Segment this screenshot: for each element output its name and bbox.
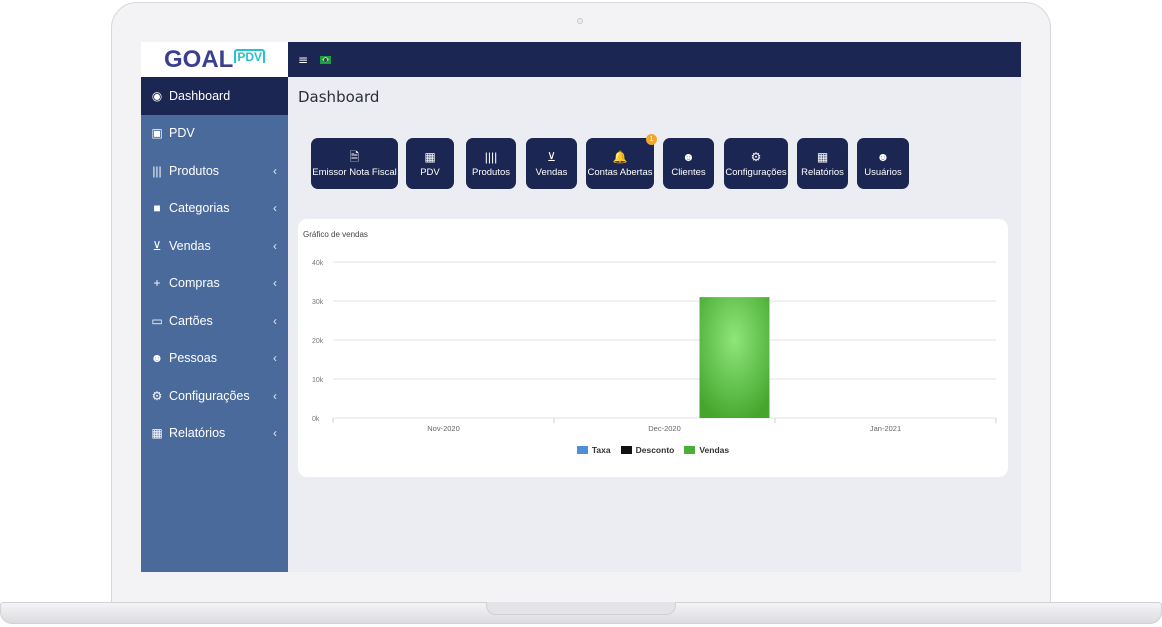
plus-icon: + xyxy=(153,276,161,291)
sidebar-item-relatorios[interactable]: ▦ Relatórios ‹ xyxy=(141,415,288,453)
logo-main-text: GOAL xyxy=(163,45,234,73)
barcode-icon: ||| xyxy=(152,163,162,178)
quick-action-label: Produtos xyxy=(471,166,511,178)
quick-action-label: Vendas xyxy=(535,166,568,178)
chart-legend: Taxa Desconto Vendas xyxy=(298,445,1008,455)
top-navbar: ≡ xyxy=(288,42,1021,77)
legend-item-taxa[interactable]: Taxa xyxy=(576,445,611,455)
quick-action-label: Contas Abertas xyxy=(587,166,653,178)
y-tick-label: 20k xyxy=(312,338,324,345)
sidebar-item-vendas[interactable]: ⊻ Vendas ‹ xyxy=(141,227,288,265)
quick-action-label: Usuários xyxy=(864,166,902,178)
legend-item-vendas[interactable]: Vendas xyxy=(684,445,729,455)
sidebar-item-label: Vendas xyxy=(169,238,211,253)
logo[interactable]: GOAL PDV xyxy=(141,42,288,77)
barcode-icon: |||| xyxy=(484,149,498,164)
quick-action-label: Clientes xyxy=(671,166,706,178)
document-icon: 🗎 xyxy=(349,149,360,164)
money-icon: ▣ xyxy=(151,126,163,141)
brazil-flag-icon[interactable] xyxy=(320,55,332,64)
legend-label: Desconto xyxy=(635,445,675,455)
quick-action-relatorios[interactable]: ▦ Relatórios xyxy=(797,138,848,189)
credit-card-icon: ▭ xyxy=(151,313,163,328)
sidebar-item-categorias[interactable]: ■ Categorias ‹ xyxy=(141,190,288,228)
x-tick-label: Jan-2021 xyxy=(870,424,901,433)
chevron-left-icon: ‹ xyxy=(273,388,277,403)
gears-icon: ⚙ xyxy=(750,149,762,164)
quick-action-pdv[interactable]: ▦ PDV xyxy=(406,138,454,189)
app-screen: GOAL PDV ◉ Dashboard ▣ PDV ||| Produtos ‹ ■ Cate… xyxy=(141,42,1021,572)
quick-action-label: Emissor Nota Fiscal xyxy=(312,166,397,178)
sales-chart: 0k 10k 20k 30k 40k Nov-2020 Dec-2020 Jan-2021 xyxy=(312,260,997,433)
sidebar-item-label: Relatórios xyxy=(169,426,226,441)
chevron-left-icon: ‹ xyxy=(273,313,277,328)
y-tick-label: 10k xyxy=(312,377,324,384)
legend-swatch xyxy=(576,446,588,454)
cart-icon: ⊻ xyxy=(547,149,556,164)
page-title: Dashboard xyxy=(298,88,380,106)
sidebar-item-label: Cartões xyxy=(169,313,213,328)
legend-label: Taxa xyxy=(591,445,611,455)
users-icon: ☻ xyxy=(150,351,164,366)
notification-badge: 1 xyxy=(646,134,657,145)
cart-icon: ⊻ xyxy=(152,238,162,253)
quick-action-label: Configurações xyxy=(725,166,787,178)
quick-action-emissor-nota-fiscal[interactable]: 🗎 Emissor Nota Fiscal xyxy=(311,138,398,189)
chevron-left-icon: ‹ xyxy=(273,238,277,253)
sidebar-item-label: Produtos xyxy=(169,163,220,178)
y-tick-label: 40k xyxy=(312,260,324,267)
sidebar-menu: ◉ Dashboard ▣ PDV ||| Produtos ‹ ■ Categorias ‹ ⊻ V… xyxy=(141,77,288,452)
dashboard-icon: ◉ xyxy=(151,88,163,103)
sales-chart-card: Gráfico de vendas 0k 10k 20k 30k 40k Nov-2020… xyxy=(298,219,1008,477)
sidebar: GOAL PDV ◉ Dashboard ▣ PDV ||| Produtos ‹ ■ Cate… xyxy=(141,42,288,572)
sidebar-item-produtos[interactable]: ||| Produtos ‹ xyxy=(141,152,288,190)
bell-icon: 🔔 xyxy=(612,149,628,164)
folder-icon: ■ xyxy=(153,201,161,216)
chevron-left-icon: ‹ xyxy=(273,426,277,441)
y-tick-label: 30k xyxy=(312,299,324,306)
sidebar-item-cartoes[interactable]: ▭ Cartões ‹ xyxy=(141,302,288,340)
x-tick-label: Nov-2020 xyxy=(427,424,460,433)
legend-label: Vendas xyxy=(699,445,730,455)
bar-chart-icon: ▦ xyxy=(151,426,163,441)
sidebar-item-label: Compras xyxy=(169,276,220,291)
quick-action-clientes[interactable]: ☻ Clientes xyxy=(663,138,714,189)
sidebar-item-dashboard[interactable]: ◉ Dashboard xyxy=(141,77,288,115)
grid-icon: ▦ xyxy=(424,149,436,164)
sidebar-item-label: Configurações xyxy=(169,388,250,403)
legend-swatch xyxy=(684,446,696,454)
bar-vendas-dec-2020[interactable] xyxy=(699,297,770,418)
sidebar-item-pdv[interactable]: ▣ PDV xyxy=(141,115,288,153)
gears-icon: ⚙ xyxy=(151,388,163,403)
logo-sub-text: PDV xyxy=(234,48,265,63)
quick-action-label: Relatórios xyxy=(801,166,844,178)
quick-action-contas-abertas[interactable]: 🔔 Contas Abertas 1 xyxy=(586,134,657,189)
quick-action-produtos[interactable]: |||| Produtos xyxy=(466,138,516,189)
chevron-left-icon: ‹ xyxy=(273,163,277,178)
legend-swatch xyxy=(620,446,632,454)
quick-action-configuracoes[interactable]: ⚙ Configurações xyxy=(724,138,788,189)
quick-action-usuarios[interactable]: ☻ Usuários xyxy=(857,138,909,189)
chevron-left-icon: ‹ xyxy=(273,276,277,291)
sidebar-item-configuracoes[interactable]: ⚙ Configurações ‹ xyxy=(141,377,288,415)
sidebar-item-label: PDV xyxy=(169,126,195,141)
sidebar-item-pessoas[interactable]: ☻ Pessoas ‹ xyxy=(141,340,288,378)
sidebar-item-compras[interactable]: + Compras ‹ xyxy=(141,265,288,303)
sidebar-item-label: Pessoas xyxy=(169,351,217,366)
sidebar-item-label: Categorias xyxy=(169,201,230,216)
chevron-left-icon: ‹ xyxy=(273,351,277,366)
quick-action-vendas[interactable]: ⊻ Vendas xyxy=(526,138,577,189)
sidebar-item-label: Dashboard xyxy=(169,88,231,103)
hamburger-menu-icon[interactable]: ≡ xyxy=(298,54,308,66)
quick-action-label: PDV xyxy=(420,166,440,178)
laptop-notch xyxy=(486,602,676,615)
legend-item-desconto[interactable]: Desconto xyxy=(620,445,675,455)
y-tick-label: 0k xyxy=(312,416,320,423)
camera-dot xyxy=(577,18,583,24)
chevron-left-icon: ‹ xyxy=(273,201,277,216)
x-tick-label: Dec-2020 xyxy=(648,424,681,433)
users-icon: ☻ xyxy=(682,149,695,164)
users-icon: ☻ xyxy=(876,149,890,164)
bar-chart-icon: ▦ xyxy=(816,149,829,164)
